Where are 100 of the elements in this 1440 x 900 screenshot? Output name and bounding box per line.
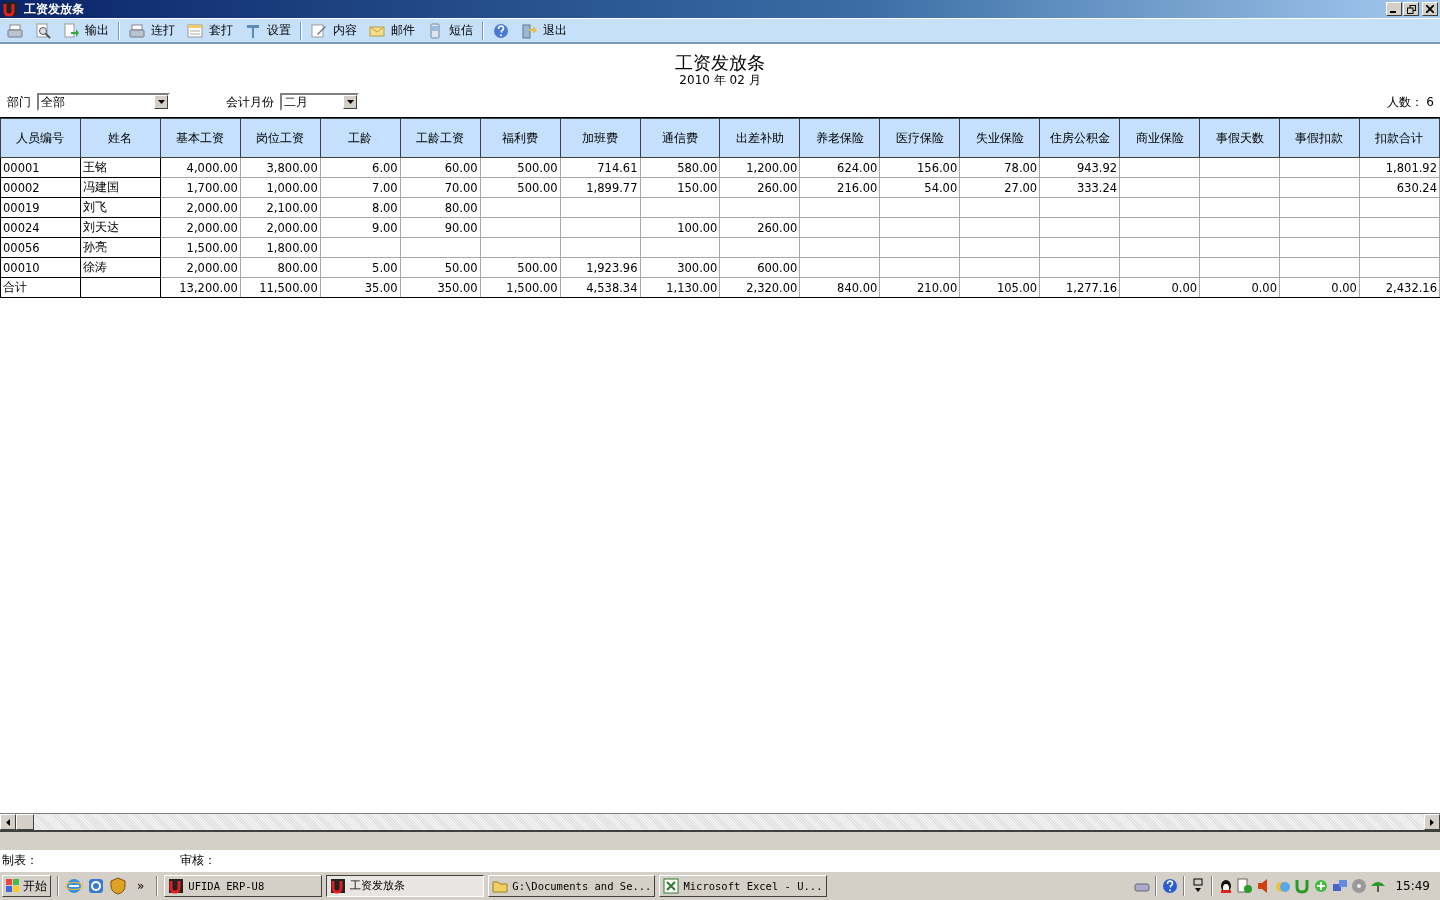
table-cell: 100.00 (640, 217, 720, 238)
table-cell: 1,500.00 (160, 237, 241, 258)
restore-icon (1406, 4, 1416, 14)
spreadsheet-icon (663, 878, 680, 894)
table-cell: 1,800.00 (240, 237, 321, 258)
table-cell: 333.24 (1039, 177, 1120, 198)
table-cell: 150.00 (640, 177, 720, 198)
table-cell: 00002 (0, 177, 81, 198)
column-header: 姓名 (80, 118, 161, 158)
horizontal-scrollbar[interactable] (0, 814, 1440, 832)
caret-icon (157, 100, 165, 104)
help-icon (493, 22, 509, 39)
table-cell: 260.00 (719, 217, 800, 238)
table-cell: 78.00 (959, 157, 1040, 178)
app-logo-icon (2, 1, 18, 17)
table-cell: 580.00 (640, 157, 720, 178)
dropdown[interactable]: 全部 (37, 93, 170, 111)
toolbar-button[interactable]: 退出 (516, 20, 572, 41)
table-cell: 80.00 (400, 197, 481, 218)
minimize-button[interactable] (1386, 2, 1402, 16)
table-cell: 600.00 (719, 257, 800, 278)
shield-icon (109, 877, 127, 895)
column-header: 住房公积金 (1039, 118, 1120, 158)
form-icon (187, 22, 203, 39)
table-cell: 刘飞 (80, 197, 161, 218)
column-header: 医疗保险 (879, 118, 960, 158)
column-header: 事假天数 (1199, 118, 1280, 158)
taskbar-button[interactable]: Microsoft Excel - U... (659, 875, 827, 897)
window-title: 工资发放条 (24, 0, 84, 18)
table-cell: 624.00 (799, 157, 880, 178)
table-cell: 00019 (0, 197, 81, 218)
table-cell: 合计 (0, 277, 81, 298)
start-button[interactable]: 开始 (2, 875, 51, 897)
table-cell: 0.00 (1279, 277, 1360, 298)
table-cell: 216.00 (799, 177, 880, 198)
table-cell: 1,000.00 (240, 177, 321, 198)
windows-logo-icon (6, 879, 20, 893)
caret-icon (346, 100, 354, 104)
folder-icon (492, 878, 509, 894)
table-cell: 500.00 (480, 257, 561, 278)
table-cell: 943.92 (1039, 157, 1120, 178)
headcount-label: 人数： 6 (1386, 93, 1434, 111)
table-cell: 70.00 (400, 177, 481, 198)
help-icon (1162, 878, 1179, 894)
table-cell: 4,538.34 (560, 277, 640, 298)
column-header: 事假扣款 (1279, 118, 1360, 158)
disc-icon (1351, 878, 1368, 894)
column-header: 通信费 (640, 118, 720, 158)
table-cell: 2,000.00 (160, 257, 241, 278)
scroll-thumb[interactable] (16, 814, 34, 830)
table-cell: 500.00 (480, 177, 561, 198)
taskbar-button[interactable]: UFIDA ERP-U8 (164, 875, 323, 897)
table-cell: 90.00 (400, 217, 481, 238)
table-cell: 9.00 (320, 217, 401, 238)
table-cell: 300.00 (640, 257, 720, 278)
column-header: 失业保险 (959, 118, 1040, 158)
dropdown[interactable]: 二月 (280, 93, 359, 111)
table-cell: 1,899.77 (560, 177, 640, 198)
column-header: 福利费 (480, 118, 561, 158)
column-header: 商业保险 (1119, 118, 1200, 158)
table-cell: 1,923.96 (560, 257, 640, 278)
app-icon (87, 877, 105, 895)
table-cell: 1,277.16 (1039, 277, 1120, 298)
table-cell: 260.00 (719, 177, 800, 198)
table-cell: 35.00 (320, 277, 401, 298)
toolbar-button[interactable]: 输出 (58, 20, 114, 41)
toolbar-button[interactable]: 短信 (422, 20, 478, 41)
restore-button[interactable] (1403, 2, 1419, 16)
toolbar-button[interactable]: 套打 (182, 20, 238, 41)
table-cell: 刘天达 (80, 217, 161, 238)
app-logo-icon (330, 878, 347, 894)
table-cell: 1,200.00 (719, 157, 800, 178)
toolbar-button[interactable]: 连打 (124, 20, 180, 41)
printer-icon (129, 22, 145, 39)
close-button[interactable] (1422, 2, 1438, 16)
signature-label: 审核： (180, 851, 217, 869)
table-cell: 54.00 (879, 177, 960, 198)
table-cell: 11,500.00 (240, 277, 321, 298)
table-cell: 00024 (0, 217, 81, 238)
printer-icon (7, 22, 23, 39)
column-header: 工龄 (320, 118, 401, 158)
table-cell: 105.00 (959, 277, 1040, 298)
table-cell: 60.00 (400, 157, 481, 178)
table-cell: 630.24 (1359, 177, 1440, 198)
plus-circle-icon (1313, 878, 1330, 894)
table-cell: 500.00 (480, 157, 561, 178)
table-cell: 2,000.00 (160, 197, 241, 218)
toolbar-button[interactable]: 内容 (306, 20, 362, 41)
table-cell: 1,700.00 (160, 177, 241, 198)
document-arrow-icon (63, 22, 79, 39)
network-icon (1332, 878, 1349, 894)
taskbar-button[interactable]: 工资发放条 (326, 875, 485, 897)
table-cell: 714.61 (560, 157, 640, 178)
signature-label: 制表： (2, 851, 39, 869)
taskbar-button[interactable]: G:\Documents and Se... (488, 875, 656, 897)
toolbar-button[interactable]: 设置 (240, 20, 296, 41)
more-button[interactable]: » (131, 879, 151, 893)
table-cell: 156.00 (879, 157, 960, 178)
right-arrow-icon (1430, 818, 1434, 826)
toolbar-button[interactable]: 邮件 (364, 20, 420, 41)
